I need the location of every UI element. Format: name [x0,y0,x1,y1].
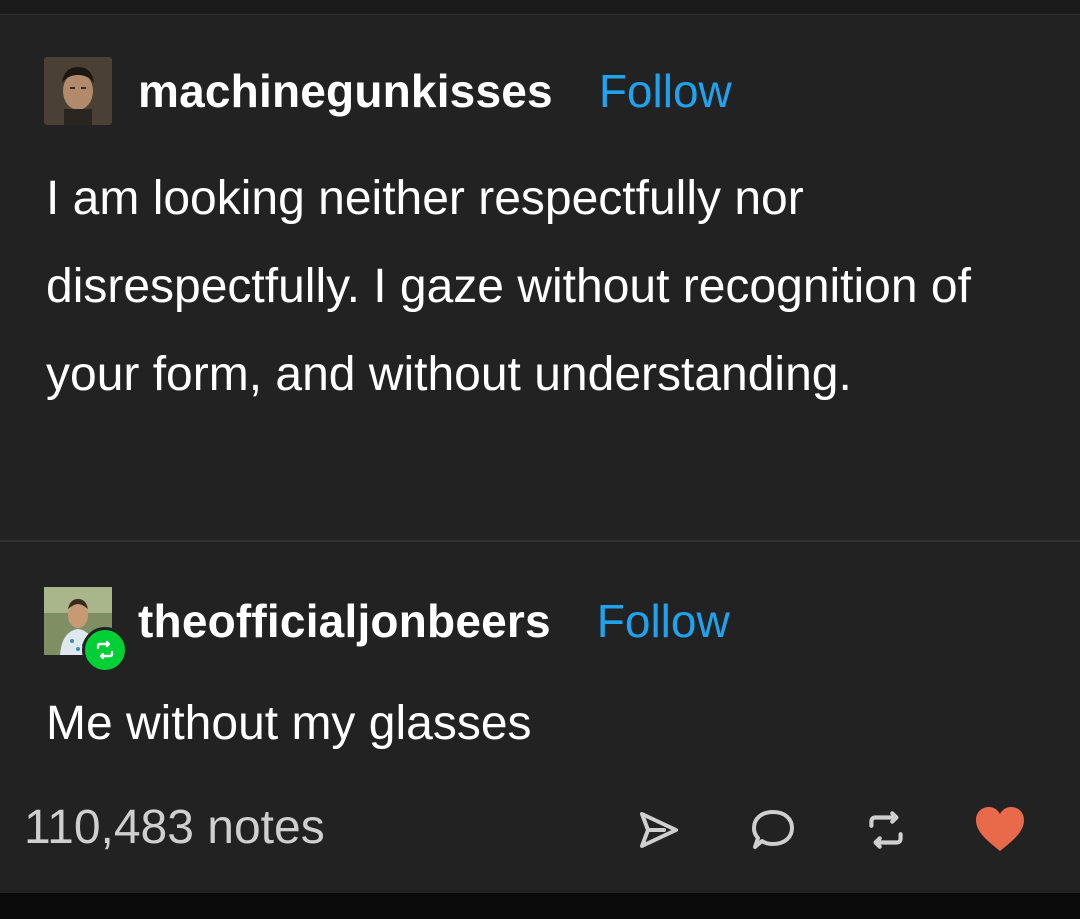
username[interactable]: machinegunkisses [138,64,553,118]
reblog-button[interactable] [858,802,914,858]
post-body: Me without my glasses [46,697,532,750]
avatar[interactable] [44,57,112,125]
reblog-icon [96,640,114,660]
reply-icon [752,810,794,849]
divider [0,540,1080,542]
follow-button[interactable]: Follow [597,594,730,648]
post-header: machinegunkisses Follow [44,55,732,127]
post-header: theofficialjonbeers Follow [44,585,730,673]
bottom-bar [0,893,1080,919]
username[interactable]: theofficialjonbeers [138,594,551,648]
reblog-icon [869,811,903,849]
post-body: I am looking neither respectfully nor di… [46,172,971,401]
follow-button[interactable]: Follow [599,64,732,118]
like-icon [976,807,1024,851]
notes-count[interactable]: 110,483 notes [24,800,325,855]
share-icon [640,812,678,848]
avatar-man-dark-hair-icon [44,57,112,125]
reblog-badge [82,627,128,673]
like-button[interactable] [972,802,1028,858]
top-strip [0,0,1080,15]
share-button[interactable] [630,802,686,858]
avatar[interactable] [44,587,128,673]
post-footer: 110,483 notes [0,790,1080,870]
reply-button[interactable] [745,802,801,858]
